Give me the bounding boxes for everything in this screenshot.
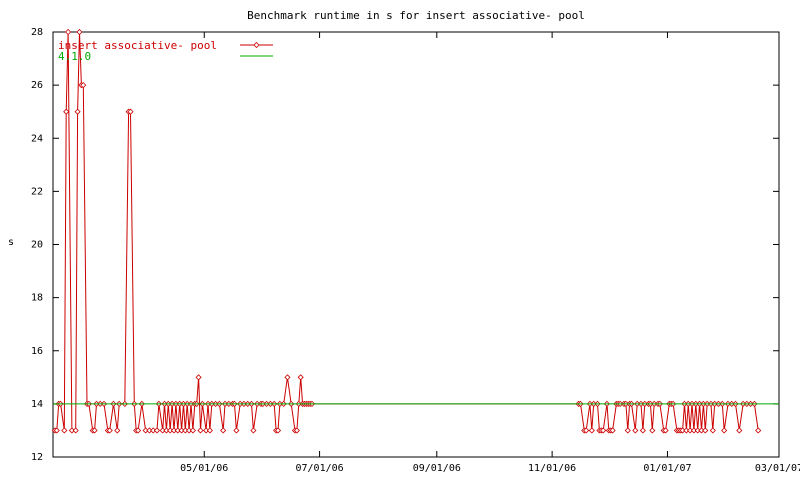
y-tick-label: 26	[31, 80, 43, 91]
data-point	[197, 427, 204, 434]
data-point	[649, 427, 656, 434]
data-point	[702, 427, 709, 434]
data-point	[736, 427, 743, 434]
data-point	[588, 427, 595, 434]
plot-area	[52, 31, 780, 458]
y-tick-label: 16	[31, 346, 43, 357]
chart-title: Benchmark runtime in s for insert associ…	[247, 9, 585, 22]
legend: insert associative- pool4.1.0	[58, 39, 273, 63]
y-tick-label: 18	[31, 293, 43, 304]
y-tick-label: 22	[31, 186, 43, 197]
data-point	[65, 28, 72, 36]
data-point	[709, 427, 716, 434]
y-tick-label: 28	[31, 27, 43, 38]
data-point	[220, 427, 227, 434]
x-tick-label: 11/01/06	[528, 463, 576, 474]
y-axis-label: s	[8, 237, 14, 248]
data-point	[189, 427, 196, 434]
data-point	[639, 427, 646, 434]
legend-marker	[253, 41, 260, 49]
x-tick-label: 05/01/06	[180, 463, 228, 474]
x-tick-label: 07/01/06	[295, 463, 343, 474]
y-tick-label: 12	[31, 452, 43, 463]
data-point	[206, 427, 213, 434]
series-0	[51, 28, 762, 434]
legend-label: 4.1.0	[58, 50, 91, 63]
y-tick-label: 24	[31, 133, 43, 144]
y-tick-label: 14	[31, 399, 43, 410]
data-point	[114, 427, 121, 434]
data-point	[61, 427, 68, 434]
data-point	[624, 427, 631, 434]
data-point	[284, 374, 291, 381]
series-line	[54, 31, 759, 431]
data-point	[721, 427, 728, 434]
data-point	[74, 108, 81, 115]
data-point	[195, 374, 202, 381]
data-point	[72, 427, 79, 434]
data-point	[250, 427, 257, 434]
data-point	[755, 427, 762, 434]
x-tick-label: 01/01/07	[643, 463, 691, 474]
data-point	[76, 28, 83, 36]
x-tick-label: 09/01/06	[413, 463, 461, 474]
data-point	[153, 427, 161, 434]
data-point	[233, 427, 240, 434]
y-tick-label: 20	[31, 240, 43, 251]
series-layer	[51, 28, 779, 434]
y-axis: 12 14 16 18 20 22 24 26 28	[31, 27, 779, 463]
data-point	[297, 374, 304, 381]
data-point	[632, 427, 639, 434]
data-point	[63, 108, 70, 115]
benchmark-line-chart: Benchmark runtime in s for insert associ…	[8, 9, 800, 474]
x-tick-label: 03/01/07	[755, 463, 800, 474]
